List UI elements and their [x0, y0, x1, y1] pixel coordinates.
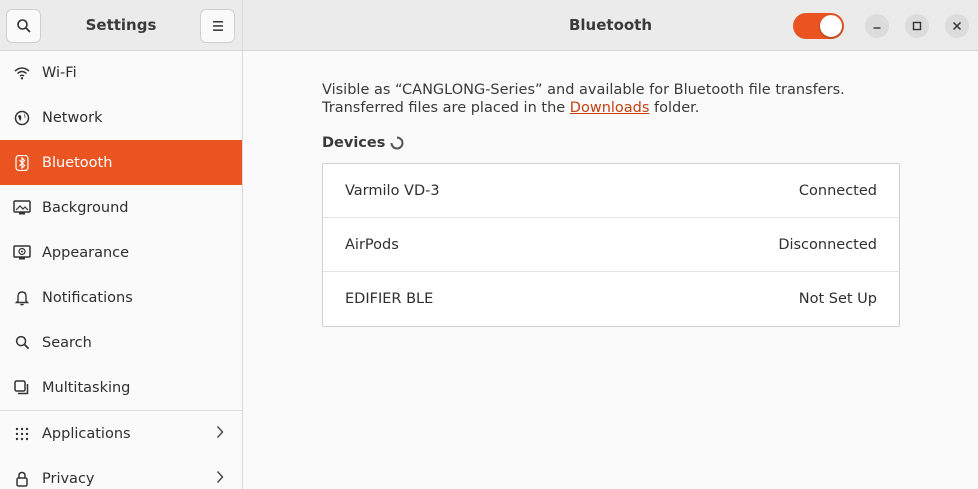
sidebar-item-search[interactable]: Search — [0, 320, 242, 365]
sidebar-item-label: Multitasking — [42, 379, 131, 396]
visibility-description: Visible as “CANGLONG-Series” and availab… — [322, 81, 922, 117]
sidebar-item-label: Bluetooth — [42, 154, 113, 171]
minimize-button[interactable] — [865, 14, 889, 38]
device-status: Connected — [798, 182, 877, 199]
appearance-icon — [13, 244, 31, 262]
main-menu-button[interactable] — [200, 9, 235, 43]
sidebar-item-notifications[interactable]: Notifications — [0, 275, 242, 320]
sidebar-item-appearance[interactable]: Appearance — [0, 230, 242, 275]
multitasking-icon — [13, 379, 31, 397]
sidebar-header: Settings — [0, 0, 242, 51]
sidebar-item-privacy[interactable]: Privacy — [0, 456, 242, 489]
wifi-icon — [13, 64, 31, 82]
device-status: Disconnected — [778, 236, 877, 253]
maximize-icon — [912, 21, 922, 31]
close-button[interactable] — [945, 14, 969, 38]
bluetooth-icon — [13, 154, 31, 172]
sidebar-item-wifi[interactable]: Wi-Fi — [0, 50, 242, 95]
device-name: AirPods — [345, 236, 399, 253]
search-icon — [13, 334, 31, 352]
apps-grid-icon — [13, 425, 31, 443]
sidebar-item-multitasking[interactable]: Multitasking — [0, 365, 242, 410]
sidebar-item-label: Network — [42, 109, 103, 126]
bell-icon — [13, 289, 31, 307]
device-name: EDIFIER BLE — [345, 291, 434, 307]
devices-heading: Devices — [322, 135, 386, 151]
sidebar-item-applications[interactable]: Applications — [0, 411, 242, 456]
downloads-link[interactable]: Downloads — [570, 100, 650, 116]
sidebar: Settings Wi-Fi Network Bluetooth Backgro… — [0, 0, 243, 489]
device-row[interactable]: EDIFIER BLE Not Set Up — [323, 272, 899, 326]
minimize-icon — [873, 27, 881, 29]
description-text-end: folder. — [649, 100, 700, 116]
spinner-icon — [390, 136, 404, 150]
bluetooth-panel: Visible as “CANGLONG-Series” and availab… — [243, 51, 978, 489]
sidebar-item-network[interactable]: Network — [0, 95, 242, 140]
device-status: Not Set Up — [798, 291, 877, 307]
device-row[interactable]: Varmilo VD-3 Connected — [323, 164, 899, 218]
sidebar-item-label: Privacy — [42, 470, 95, 487]
sidebar-item-background[interactable]: Background — [0, 185, 242, 230]
device-name: Varmilo VD-3 — [345, 182, 440, 199]
sidebar-item-label: Notifications — [42, 289, 133, 306]
sidebar-item-bluetooth[interactable]: Bluetooth — [0, 140, 242, 185]
maximize-button[interactable] — [905, 14, 929, 38]
chevron-right-icon — [216, 470, 224, 488]
hamburger-icon — [212, 21, 223, 31]
background-icon — [13, 199, 31, 217]
device-row[interactable]: AirPods Disconnected — [323, 218, 899, 272]
bluetooth-toggle[interactable] — [793, 13, 844, 39]
close-icon — [952, 21, 962, 31]
sidebar-nav: Wi-Fi Network Bluetooth Background Appea… — [0, 50, 242, 489]
toggle-knob — [820, 15, 842, 37]
sidebar-item-label: Applications — [42, 425, 131, 442]
privacy-icon — [13, 470, 31, 488]
sidebar-item-label: Wi-Fi — [42, 64, 77, 81]
sidebar-item-label: Background — [42, 199, 129, 216]
settings-window: Settings Wi-Fi Network Bluetooth Backgro… — [0, 0, 978, 489]
sidebar-item-label: Search — [42, 334, 92, 351]
network-icon — [13, 109, 31, 127]
main-header: Bluetooth — [243, 0, 978, 51]
device-list: Varmilo VD-3 Connected AirPods Disconnec… — [322, 163, 900, 327]
sidebar-item-label: Appearance — [42, 244, 130, 261]
chevron-right-icon — [216, 425, 224, 443]
